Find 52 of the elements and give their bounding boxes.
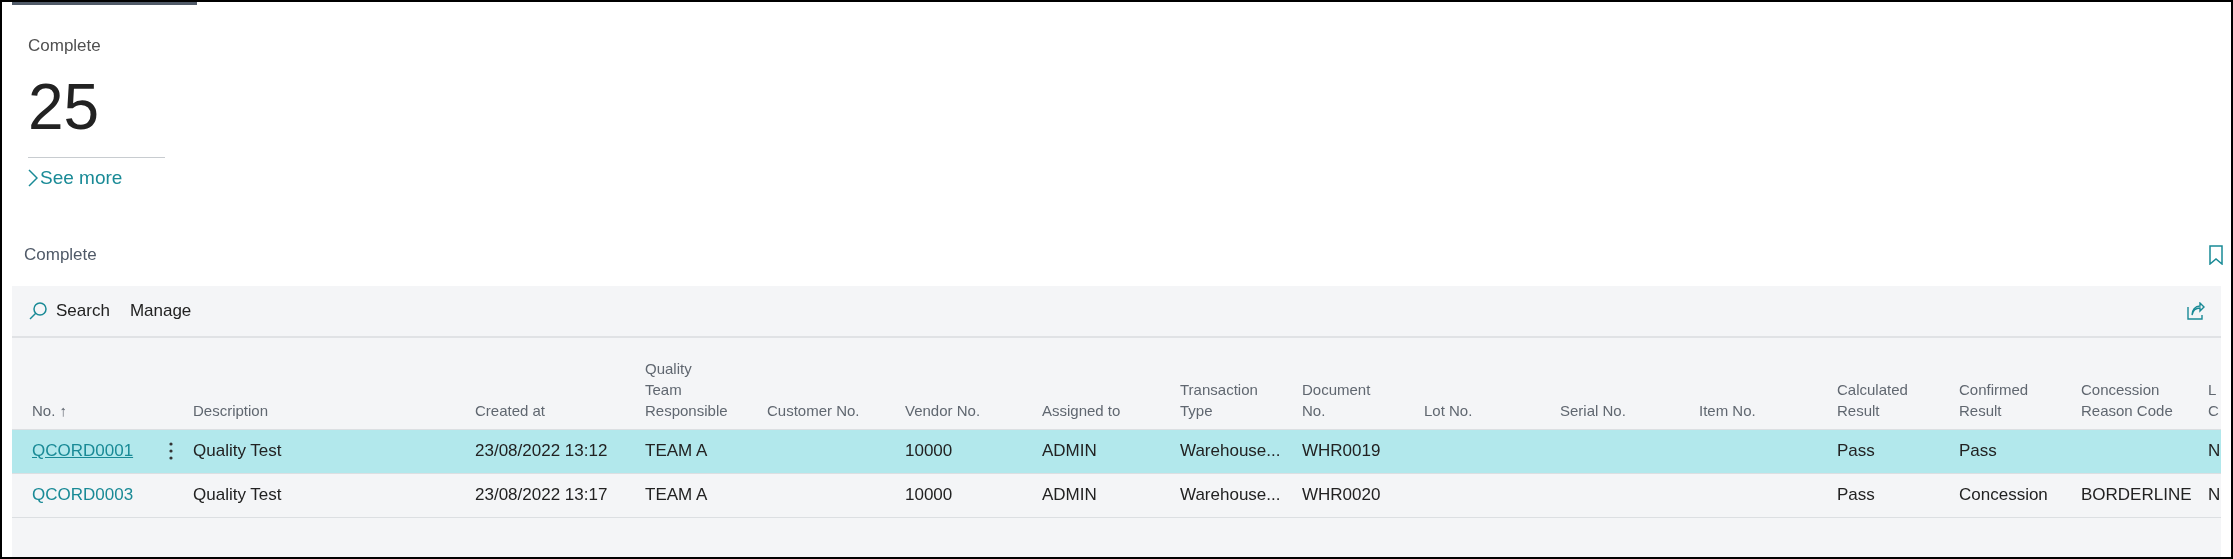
table-cell-text: Quality Test [193, 484, 282, 507]
column-header[interactable]: Quality Team Responsible [645, 357, 747, 421]
column-header[interactable]: No. ↑ [32, 399, 173, 421]
table-cell-text: Concession [1959, 484, 2048, 507]
table-cell-text: TEAM A [645, 440, 708, 463]
column-header[interactable]: Concession Reason Code [2081, 378, 2192, 421]
manage-button[interactable]: Manage [129, 297, 192, 324]
table-cell-text: 23/08/2022 13:17 [475, 484, 608, 507]
table-cell-text: 10000 [905, 440, 953, 463]
tile-title: Complete [28, 35, 102, 57]
bookmark-icon[interactable] [2209, 244, 2223, 265]
table-cell-text: Warehouse... [1180, 484, 1281, 507]
table-cell-text: WHR0020 [1302, 484, 1381, 507]
more-options-icon[interactable] [169, 442, 173, 460]
column-header[interactable]: Serial No. [1560, 399, 1679, 421]
table-cell-text: 10000 [905, 484, 953, 507]
table-row[interactable]: QCORD0003 Quality Test 23/08/2022 13:17 TEAM A 10000 ADMIN Warehouse... WHR0020 Pass Concession BORDERLINE N [12, 473, 2221, 518]
chevron-right-icon [28, 167, 38, 188]
table-cell-text: 23/08/2022 13:12 [475, 440, 608, 463]
column-header[interactable]: Lot No. [1424, 399, 1540, 421]
table-cell-text: Pass [1837, 484, 1875, 507]
table-cell-text: N [2208, 484, 2221, 507]
column-header[interactable]: Created at [475, 399, 625, 421]
share-icon[interactable] [2187, 301, 2205, 320]
order-link[interactable]: QCORD0003 [32, 482, 134, 508]
table-cell-text: ADMIN [1042, 440, 1097, 463]
column-header[interactable]: Customer No. [767, 399, 885, 421]
table-cell-text: N [2208, 440, 2221, 463]
column-header[interactable]: Assigned to [1042, 399, 1160, 421]
section-title: Complete [24, 244, 97, 266]
column-header[interactable]: Description [193, 399, 455, 421]
tile-count[interactable]: 25 [28, 66, 197, 147]
search-icon [28, 300, 48, 321]
table-cell-text: Warehouse... [1180, 440, 1281, 463]
column-header[interactable]: Confirmed Result [1959, 378, 2061, 421]
column-header[interactable]: L C [2208, 378, 2220, 421]
table-cell-text: Quality Test [193, 440, 282, 463]
column-header[interactable]: Document No. [1302, 378, 1404, 421]
table-cell-text: Pass [1959, 440, 1997, 463]
table-row[interactable]: QCORD0001 Quality Test 23/08/2022 13:12 TEAM A 10000 ADMIN Warehouse... WHR0019 Pass Pass N [12, 429, 2221, 474]
table-cell-text: WHR0019 [1302, 440, 1381, 463]
column-header[interactable]: Vendor No. [905, 399, 1022, 421]
column-header[interactable]: Calculated Result [1837, 378, 1939, 421]
see-more-link[interactable]: See more [28, 163, 197, 192]
table-cell-text: TEAM A [645, 484, 708, 507]
order-link[interactable]: QCORD0001 [32, 438, 134, 464]
table-cell-text: ADMIN [1042, 484, 1097, 507]
column-header[interactable]: Transaction Type [1180, 378, 1282, 421]
table-cell-text: Pass [1837, 440, 1875, 463]
table-cell-text: BORDERLINE [2081, 484, 2192, 507]
column-header[interactable]: Item No. [1699, 399, 1817, 421]
search-button[interactable]: Search [28, 297, 110, 324]
